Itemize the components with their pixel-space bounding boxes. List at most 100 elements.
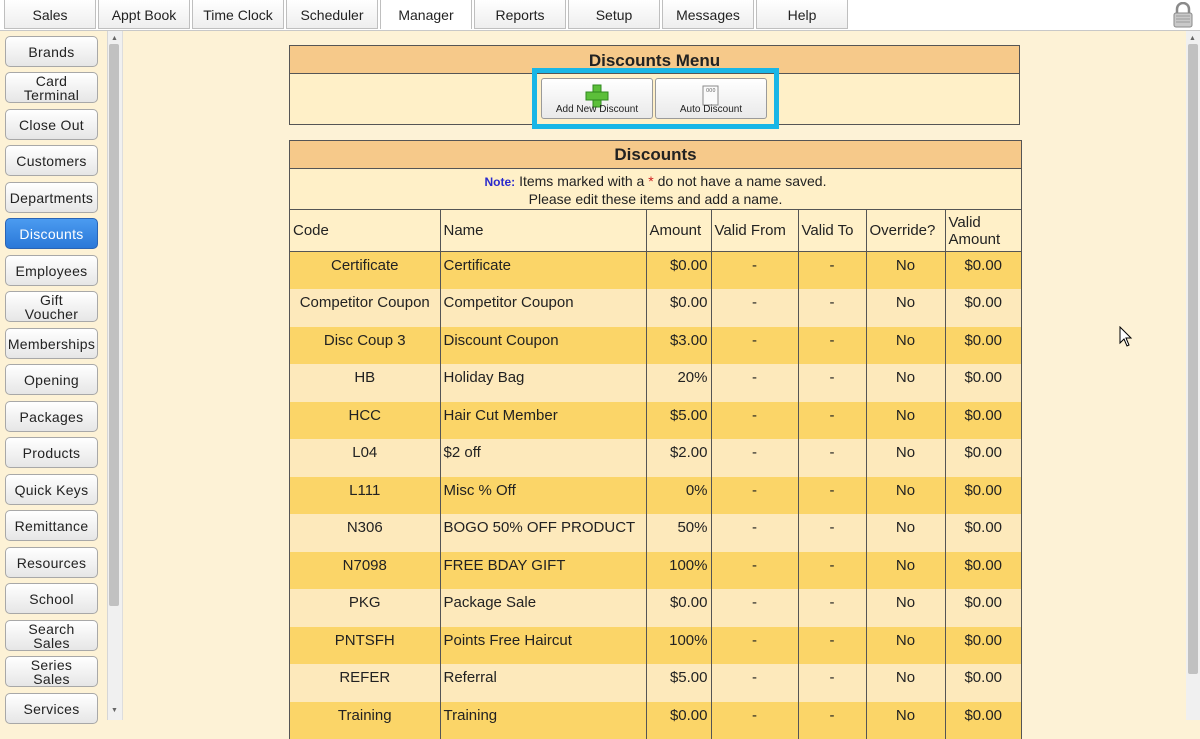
cell-valid-amount: $0.00 <box>945 552 1021 590</box>
cell-code: REFER <box>290 664 440 702</box>
tab-sales[interactable]: Sales <box>4 0 96 29</box>
cell-name: Points Free Haircut <box>440 627 646 665</box>
cell-code: PKG <box>290 589 440 627</box>
cell-name: Training <box>440 702 646 739</box>
scroll-down-arrow-icon[interactable]: ▼ <box>111 707 118 714</box>
tab-setup[interactable]: Setup <box>568 0 660 29</box>
scroll-up-arrow-icon[interactable]: ▲ <box>111 35 118 42</box>
sidebar-item-opening[interactable]: Opening <box>5 364 98 395</box>
sidebar-item-card-terminal[interactable]: Card Terminal <box>5 72 98 103</box>
cell-valid-from: - <box>711 702 798 739</box>
table-row[interactable]: Disc Coup 3Discount Coupon$3.00--No$0.00 <box>290 327 1021 365</box>
table-row[interactable]: HBHoliday Bag20%--No$0.00 <box>290 364 1021 402</box>
cell-amount: $2.00 <box>646 439 711 477</box>
discounts-table-panel: Discounts Note: Items marked with a * do… <box>289 140 1022 739</box>
cell-valid-to: - <box>798 514 866 552</box>
cell-amount: $0.00 <box>646 589 711 627</box>
sidebar-item-school[interactable]: School <box>5 583 98 614</box>
cell-name: Misc % Off <box>440 477 646 515</box>
cell-code: HCC <box>290 402 440 440</box>
sidebar-item-departments[interactable]: Departments <box>5 182 98 213</box>
lock-icon[interactable] <box>1172 2 1194 28</box>
tab-manager[interactable]: Manager <box>380 0 472 29</box>
table-row[interactable]: PKGPackage Sale$0.00--No$0.00 <box>290 589 1021 627</box>
sidebar-item-remittance[interactable]: Remittance <box>5 510 98 541</box>
sidebar-item-series-sales[interactable]: Series Sales <box>5 656 98 687</box>
tab-appt-book[interactable]: Appt Book <box>98 0 190 29</box>
column-header-valid-amount[interactable]: Valid Amount <box>945 210 1021 252</box>
cell-valid-amount: $0.00 <box>945 514 1021 552</box>
table-row[interactable]: L04$2 off$2.00--No$0.00 <box>290 439 1021 477</box>
tab-reports[interactable]: Reports <box>474 0 566 29</box>
cell-name: Referral <box>440 664 646 702</box>
column-header-code[interactable]: Code <box>290 210 440 252</box>
sidebar-item-customers[interactable]: Customers <box>5 145 98 176</box>
table-row[interactable]: REFERReferral$5.00--No$0.00 <box>290 664 1021 702</box>
cell-override: No <box>866 477 945 515</box>
tab-help[interactable]: Help <box>756 0 848 29</box>
column-header-valid-from[interactable]: Valid From <box>711 210 798 252</box>
cell-code: L111 <box>290 477 440 515</box>
main-scroll-up-arrow-icon[interactable]: ▲ <box>1189 35 1196 42</box>
cell-code: HB <box>290 364 440 402</box>
sidebar-item-quick-keys[interactable]: Quick Keys <box>5 474 98 505</box>
cell-amount: $5.00 <box>646 664 711 702</box>
cell-valid-from: - <box>711 477 798 515</box>
sidebar-item-resources[interactable]: Resources <box>5 547 98 578</box>
sidebar-item-services[interactable]: Services <box>5 693 98 724</box>
cell-override: No <box>866 327 945 365</box>
cell-valid-to: - <box>798 664 866 702</box>
sidebar-item-gift-voucher[interactable]: Gift Voucher <box>5 291 98 322</box>
sidebar-item-packages[interactable]: Packages <box>5 401 98 432</box>
cell-valid-amount: $0.00 <box>945 364 1021 402</box>
cell-amount: 0% <box>646 477 711 515</box>
cell-code: N306 <box>290 514 440 552</box>
cell-valid-amount: $0.00 <box>945 252 1021 290</box>
cell-valid-to: - <box>798 402 866 440</box>
table-row[interactable]: CertificateCertificate$0.00--No$0.00 <box>290 252 1021 290</box>
note-text-2: do not have a name saved. <box>658 173 827 189</box>
table-row[interactable]: HCCHair Cut Member$5.00--No$0.00 <box>290 402 1021 440</box>
cell-amount: 50% <box>646 514 711 552</box>
cell-name: Discount Coupon <box>440 327 646 365</box>
sidebar: Brands Card Terminal Close Out Customers Dep… <box>0 31 123 720</box>
cell-amount: $3.00 <box>646 327 711 365</box>
column-header-amount[interactable]: Amount <box>646 210 711 252</box>
cell-valid-to: - <box>798 252 866 290</box>
cell-valid-from: - <box>711 552 798 590</box>
cell-valid-amount: $0.00 <box>945 289 1021 327</box>
tab-time-clock[interactable]: Time Clock <box>192 0 284 29</box>
cell-valid-amount: $0.00 <box>945 664 1021 702</box>
cell-valid-to: - <box>798 589 866 627</box>
sidebar-item-search-sales[interactable]: Search Sales <box>5 620 98 651</box>
cell-valid-from: - <box>711 252 798 290</box>
main-scroll-thumb[interactable] <box>1188 44 1198 674</box>
cell-valid-amount: $0.00 <box>945 627 1021 665</box>
cell-name: Package Sale <box>440 589 646 627</box>
sidebar-item-brands[interactable]: Brands <box>5 36 98 67</box>
cell-amount: $0.00 <box>646 289 711 327</box>
mouse-cursor-icon <box>1119 326 1133 351</box>
add-new-discount-button[interactable]: Add New Discount <box>541 78 653 119</box>
tab-scheduler[interactable]: Scheduler <box>286 0 378 29</box>
sidebar-item-discounts[interactable]: Discounts <box>5 218 98 249</box>
column-header-override[interactable]: Override? <box>866 210 945 252</box>
sidebar-scroll-thumb[interactable] <box>109 44 119 606</box>
cell-name: Competitor Coupon <box>440 289 646 327</box>
table-row[interactable]: Competitor CouponCompetitor Coupon$0.00-… <box>290 289 1021 327</box>
auto-discount-button[interactable]: 000 Auto Discount <box>655 78 767 119</box>
column-header-name[interactable]: Name <box>440 210 646 252</box>
sidebar-item-memberships[interactable]: Memberships <box>5 328 98 359</box>
sidebar-item-products[interactable]: Products <box>5 437 98 468</box>
table-row[interactable]: TrainingTraining$0.00--No$0.00 <box>290 702 1021 739</box>
cell-amount: 100% <box>646 627 711 665</box>
sidebar-item-close-out[interactable]: Close Out <box>5 109 98 140</box>
cell-code: PNTSFH <box>290 627 440 665</box>
sidebar-item-employees[interactable]: Employees <box>5 255 98 286</box>
table-row[interactable]: N306BOGO 50% OFF PRODUCT50%--No$0.00 <box>290 514 1021 552</box>
table-row[interactable]: PNTSFHPoints Free Haircut100%--No$0.00 <box>290 627 1021 665</box>
table-row[interactable]: L111Misc % Off0%--No$0.00 <box>290 477 1021 515</box>
table-row[interactable]: N7098FREE BDAY GIFT100%--No$0.00 <box>290 552 1021 590</box>
tab-messages[interactable]: Messages <box>662 0 754 29</box>
column-header-valid-to[interactable]: Valid To <box>798 210 866 252</box>
